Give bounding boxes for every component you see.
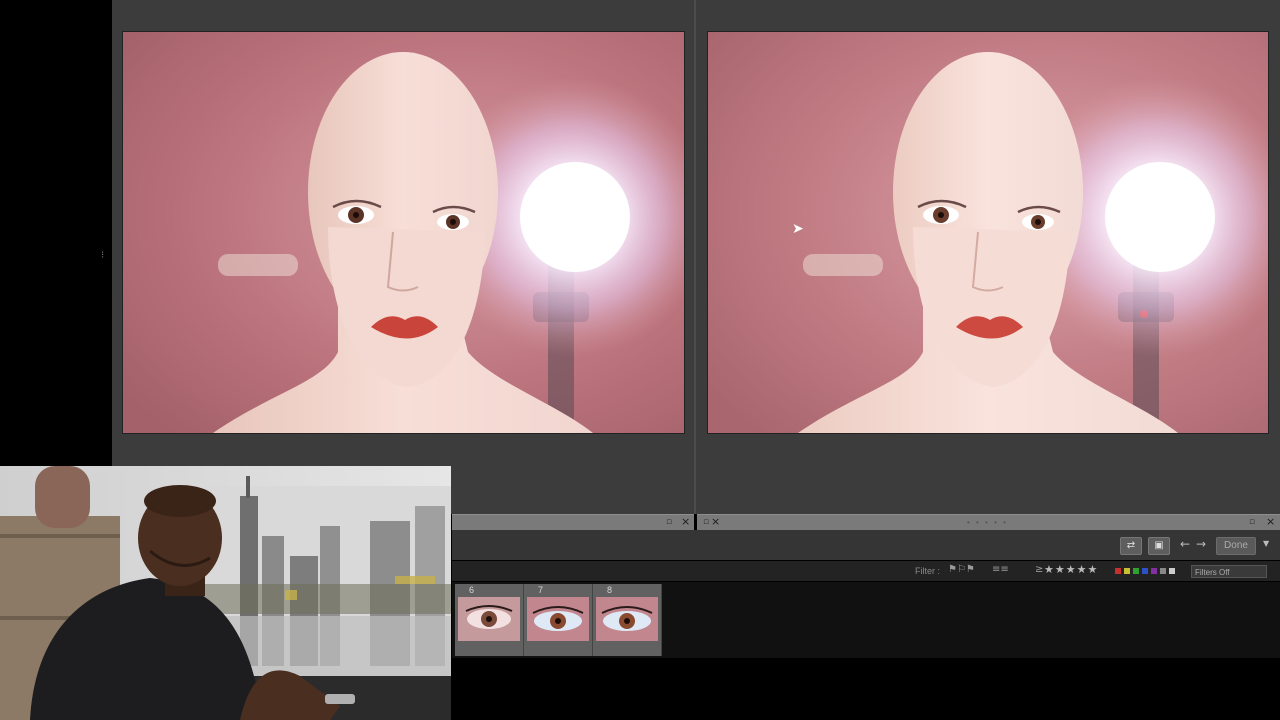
edit-filter-icons[interactable]: ≡≡ [992, 564, 1009, 575]
purple-label-icon[interactable] [1151, 568, 1157, 574]
rating-operator[interactable]: ≥ [1035, 564, 1043, 575]
filmstrip-thumbnail[interactable]: 7 [524, 584, 593, 656]
rating-filter-stars[interactable]: ★★★★★ [1044, 563, 1098, 576]
close-icon[interactable]: × [711, 515, 720, 528]
toolbar-menu-chevron-icon[interactable]: ▼ [1263, 539, 1269, 548]
white-label-icon[interactable] [1169, 568, 1175, 574]
thumbnail-number: 8 [607, 585, 613, 595]
thumbnail-image [527, 597, 589, 641]
filmstrip-thumbnail[interactable]: 6 [455, 584, 524, 656]
previous-arrow-icon[interactable]: ← [1180, 537, 1190, 551]
filter-label: Filter : [915, 566, 941, 576]
flag-icon[interactable]: ▫ [703, 517, 709, 527]
bottom-background [452, 658, 1280, 720]
gray-label-icon[interactable] [1160, 568, 1166, 574]
select-pane-bar: ▫ × [452, 514, 694, 531]
close-icon[interactable]: × [1266, 515, 1275, 528]
left-panel-toggle-icon[interactable]: ⁝ [101, 250, 104, 261]
done-button[interactable]: Done [1216, 537, 1256, 555]
filmstrip-filter-bar: Filter : ⚑⚐⚑ ≡≡ ≥ ★★★★★ Filters Off [452, 561, 1280, 581]
green-label-icon[interactable] [1133, 568, 1139, 574]
resize-grip-icon[interactable]: • • • • • [967, 518, 1008, 527]
thumbnail-image [596, 597, 658, 641]
compare-divider[interactable] [694, 0, 696, 514]
color-label-filter[interactable] [1115, 568, 1175, 574]
compare-toolbar: ⇄ ▣ ← → Done ▼ [452, 530, 1280, 560]
yellow-label-icon[interactable] [1124, 568, 1130, 574]
webcam-overlay [0, 466, 451, 720]
make-select-icon[interactable]: ▣ [1148, 537, 1170, 555]
close-icon[interactable]: × [681, 515, 690, 528]
thumbnail-image [458, 597, 520, 641]
red-label-icon[interactable] [1115, 568, 1121, 574]
candidate-pane-bar: ▫ × • • • • • ▫ × [697, 514, 1280, 531]
thumbnail-number: 6 [469, 585, 475, 595]
blue-label-icon[interactable] [1142, 568, 1148, 574]
swap-icon[interactable]: ⇄ [1120, 537, 1142, 555]
flag-filter-icons[interactable]: ⚑⚐⚑ [948, 564, 975, 575]
filters-preset-select[interactable]: Filters Off [1191, 565, 1267, 578]
next-arrow-icon[interactable]: → [1196, 537, 1206, 551]
flag-icon[interactable]: ▫ [666, 517, 672, 527]
mouse-pointer-icon: ➤ [792, 221, 804, 237]
compare-select-photo[interactable] [123, 32, 684, 433]
thumbnail-number: 7 [538, 585, 544, 595]
filmstrip-thumbnail[interactable]: 8 [593, 584, 662, 656]
left-panel-collapsed [0, 0, 112, 468]
flag-icon[interactable]: ▫ [1249, 517, 1255, 527]
